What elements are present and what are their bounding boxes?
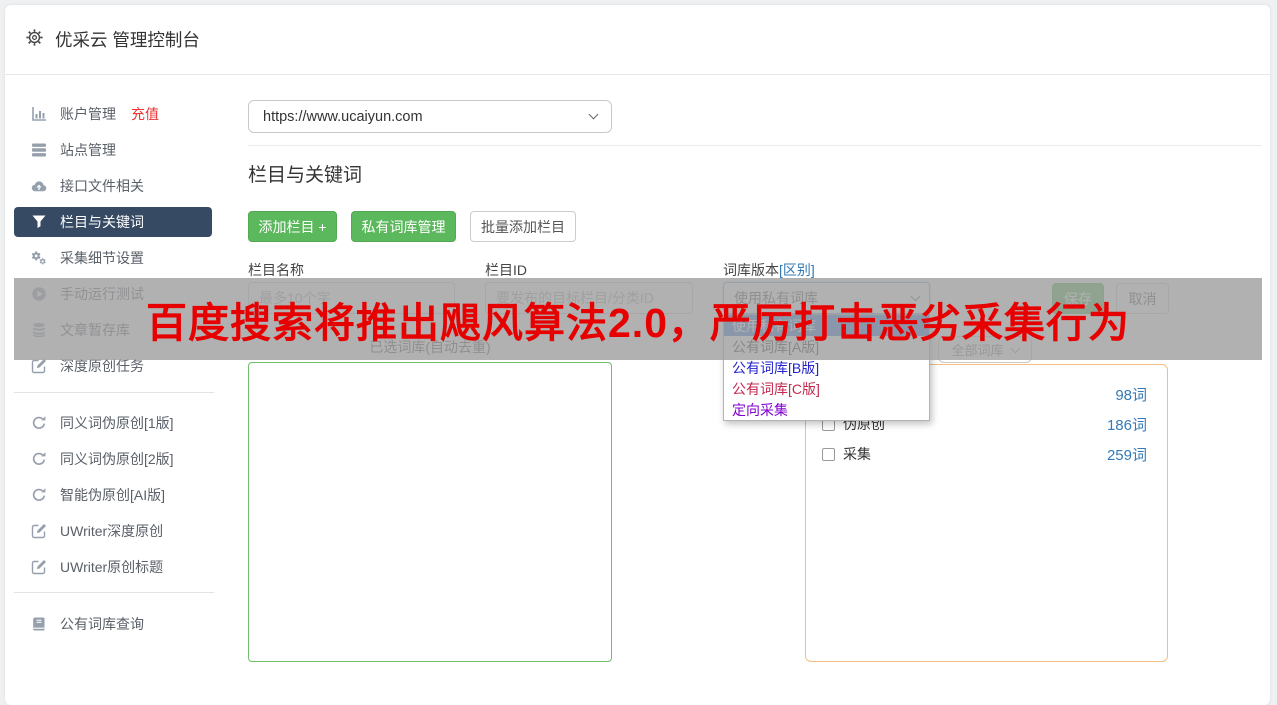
sidebar-item-public-thesaurus[interactable]: 公有词库查询 xyxy=(14,609,212,639)
page-title: 优采云 管理控制台 xyxy=(55,30,200,50)
sidebar-item-label: 智能伪原创[AI版] xyxy=(60,487,166,503)
sidebar-item-collect-settings[interactable]: 采集细节设置 xyxy=(14,243,212,273)
sidebar-item-columns-keywords[interactable]: 栏目与关键词 xyxy=(14,207,212,237)
column-name-label: 栏目名称 xyxy=(248,262,304,278)
sidebar-item-label: 同义词伪原创[1版] xyxy=(60,415,174,431)
sidebar-item-label: 接口文件相关 xyxy=(60,178,144,194)
sidebar-item-label: 采集细节设置 xyxy=(60,250,144,266)
sidebar-item-label: 公有词库查询 xyxy=(60,616,144,632)
cloud-upload-icon xyxy=(31,181,47,192)
sidebar-item-label: UWriter深度原创 xyxy=(60,523,164,539)
server-icon xyxy=(32,143,46,157)
notice-banner-text: 百度搜索将推出飓风算法2.0，严厉打击恶劣采集行为 xyxy=(146,300,1130,346)
refresh-icon xyxy=(32,488,46,501)
private-thesaurus-button[interactable]: 私有词库管理 xyxy=(351,211,456,242)
checkbox[interactable] xyxy=(822,447,835,461)
sidebar-item-label: 栏目与关键词 xyxy=(60,214,144,230)
chevron-down-icon xyxy=(588,109,599,120)
word-count: 259词 xyxy=(1106,446,1147,464)
edit-icon xyxy=(31,560,46,575)
thesaurus-row: 采集 259词 xyxy=(822,443,1147,465)
site-select-value: https://www.ucaiyun.com xyxy=(263,108,423,125)
funnel-icon xyxy=(32,215,46,228)
word-count: 186词 xyxy=(1106,416,1147,434)
sidebar-item-uwriter-title[interactable]: UWriter原创标题 xyxy=(14,552,212,582)
refresh-icon xyxy=(32,416,46,429)
app-header: 优采云 管理控制台 xyxy=(5,5,1270,75)
section-title: 栏目与关键词 xyxy=(248,165,363,186)
version-label: 词库版本[区别] xyxy=(723,262,815,278)
recharge-badge[interactable]: 充值 xyxy=(131,104,159,124)
sidebar-item-interface-files[interactable]: 接口文件相关 xyxy=(14,171,212,201)
sidebar-item-synonym-v2[interactable]: 同义词伪原创[2版] xyxy=(14,444,212,474)
batch-add-button[interactable]: 批量添加栏目 xyxy=(470,211,576,242)
content-divider xyxy=(248,145,1262,146)
add-column-button[interactable]: 添加栏目 + xyxy=(248,211,337,242)
sidebar-divider xyxy=(14,592,214,593)
edit-icon xyxy=(31,524,46,539)
sidebar-item-synonym-v1[interactable]: 同义词伪原创[1版] xyxy=(14,408,212,438)
menu-option-public-c[interactable]: 公有词库[C版] xyxy=(724,378,929,399)
gear-icon xyxy=(25,28,44,52)
sidebar-item-sites[interactable]: 站点管理 xyxy=(14,135,212,165)
gears-icon xyxy=(31,251,46,265)
sidebar-item-label: UWriter原创标题 xyxy=(60,559,164,575)
sidebar-item-label: 同义词伪原创[2版] xyxy=(60,451,174,467)
column-id-label: 栏目ID xyxy=(485,262,527,278)
word-count: 98词 xyxy=(1115,386,1147,404)
bar-chart-icon xyxy=(32,107,46,121)
selected-thesaurus-box[interactable] xyxy=(248,362,612,662)
sidebar-divider xyxy=(14,392,214,393)
menu-option-directed[interactable]: 定向采集 xyxy=(724,399,929,420)
sidebar-item-account[interactable]: 账户管理 充值 xyxy=(14,99,212,129)
site-select[interactable]: https://www.ucaiyun.com xyxy=(248,100,612,133)
sidebar-item-ai-rewrite[interactable]: 智能伪原创[AI版] xyxy=(14,480,212,510)
edit-icon xyxy=(31,359,46,374)
book-icon xyxy=(33,617,45,631)
sidebar-item-label: 账户管理 xyxy=(60,106,116,122)
refresh-icon xyxy=(32,452,46,465)
menu-option-public-b[interactable]: 公有词库[B版] xyxy=(724,357,929,378)
sidebar-item-label: 站点管理 xyxy=(60,142,116,158)
sidebar-item-uwriter-deep[interactable]: UWriter深度原创 xyxy=(14,516,212,546)
notice-banner: 百度搜索将推出飓风算法2.0，严厉打击恶劣采集行为 xyxy=(14,278,1262,360)
version-diff-link[interactable]: [区别] xyxy=(779,262,815,278)
